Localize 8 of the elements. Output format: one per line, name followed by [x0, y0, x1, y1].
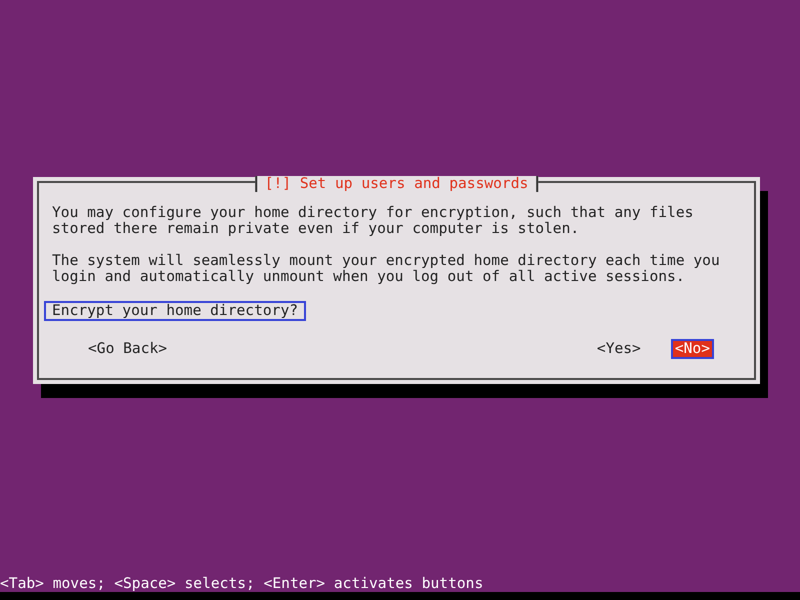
- message-text: You may configure your home directory for encryption, such that any files stored there remain private even if your computer is stolen.: [52, 205, 694, 237]
- question-prompt: Encrypt your home directory?: [44, 301, 306, 321]
- dialog-button[interactable]: <Yes>: [592, 339, 645, 359]
- message-text: The system will seamlessly mount your encrypted home directory each time you login and automatically unmount when you log out of all active sessions.: [52, 253, 721, 285]
- dialog-title: [!] Set up users and passwords: [254, 176, 538, 192]
- dialog-button[interactable]: <No>: [670, 339, 714, 359]
- dialog-button[interactable]: <Go Back>: [84, 339, 172, 359]
- status-bar-hint: <Tab> moves; <Space> selects; <Enter> activates buttons: [0, 576, 484, 592]
